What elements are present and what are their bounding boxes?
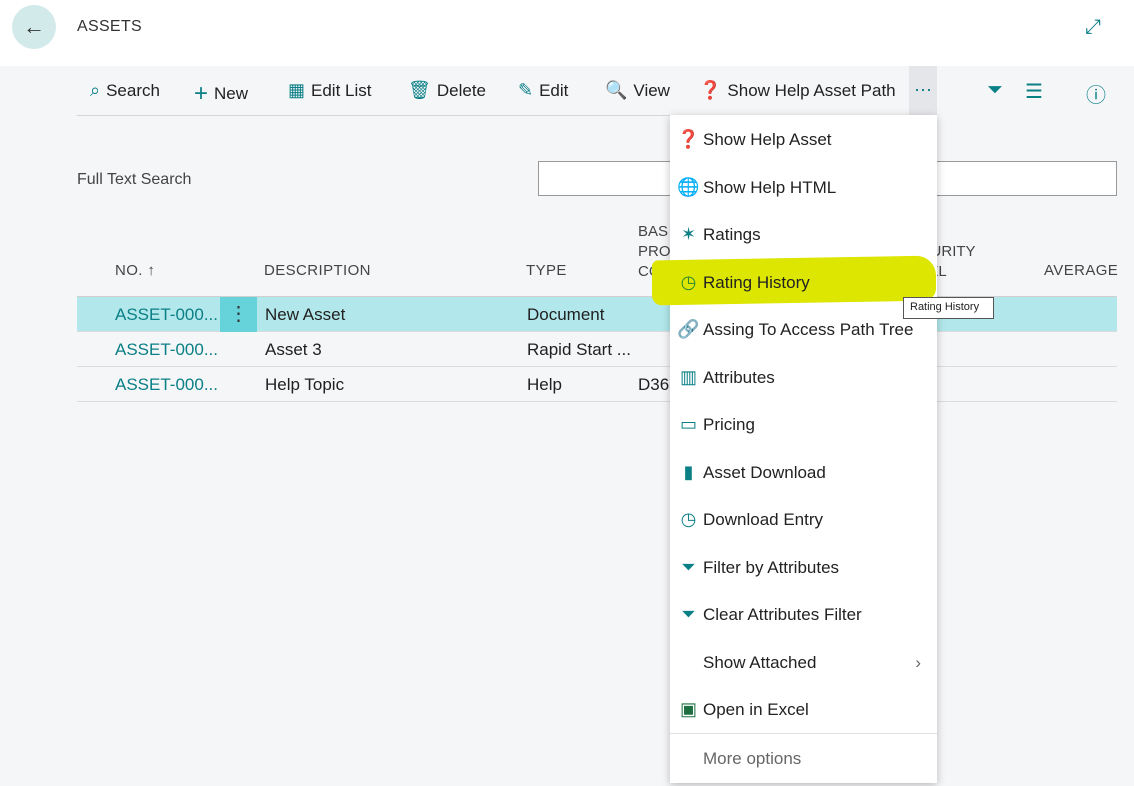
label: Ratings <box>703 224 761 244</box>
edit-list-icon: ▦ <box>288 80 306 100</box>
header-bar <box>0 0 1134 66</box>
view-button[interactable]: 🔍 View <box>605 80 670 101</box>
column-header-no[interactable]: NO. ↑ <box>115 262 155 279</box>
help-icon: ❓ <box>699 80 722 100</box>
arrow-left-icon: ← <box>23 14 45 39</box>
cell-type: Rapid Start ... <box>527 340 631 359</box>
table-row[interactable]: ASSET-000... Help Topic Help D365 <box>77 367 1117 402</box>
header-line: PRO <box>638 243 671 260</box>
info-icon[interactable]: ⓘ <box>1086 79 1106 108</box>
search-button[interactable]: ⌕ Search <box>90 80 160 101</box>
edit-button[interactable]: ✎ Edit <box>518 80 568 101</box>
cell-type: Help <box>527 375 562 394</box>
label: Show Help Asset <box>703 129 832 149</box>
cell-no[interactable]: ASSET-000... <box>115 340 218 360</box>
label: New <box>214 84 249 103</box>
list-view-icon[interactable]: ☰ <box>1025 79 1043 104</box>
cell-type: Document <box>527 305 605 324</box>
label: Show Help Asset Path <box>727 80 896 100</box>
tooltip: Rating History <box>903 297 994 319</box>
cell-no[interactable]: ASSET-000... <box>115 375 218 395</box>
highlight-marker <box>652 255 936 306</box>
row-menu-button[interactable]: ⋮ <box>220 297 257 332</box>
view-icon: 🔍 <box>605 80 628 100</box>
column-header-description[interactable]: DESCRIPTION <box>264 262 371 279</box>
edit-list-button[interactable]: ▦ Edit List <box>288 80 372 101</box>
menu-item-show-help-asset[interactable]: ❓ Show Help Asset <box>670 116 937 163</box>
label: Edit <box>539 80 569 100</box>
label: Search <box>106 80 160 100</box>
cell-description: New Asset <box>265 305 346 324</box>
page-title: ASSETS <box>77 18 142 35</box>
globe-icon: 🌐 <box>677 177 700 197</box>
plus-icon: + <box>194 80 209 107</box>
filter-icon[interactable]: ⏷ <box>987 79 1003 102</box>
cell-description: Help Topic <box>265 375 345 394</box>
column-header-average[interactable]: AVERAGE <box>1044 262 1118 279</box>
label: Edit List <box>311 80 372 100</box>
show-help-asset-path-button[interactable]: ❓ Show Help Asset Path <box>699 80 896 101</box>
pencil-icon: ✎ <box>518 80 534 100</box>
back-button[interactable]: ← <box>12 5 56 49</box>
cell-no[interactable]: ASSET-000... <box>115 305 218 325</box>
more-actions-menu: ❓ Show Help Asset 🌐 Show Help HTML ✶ Rating… <box>670 115 937 783</box>
label: Show Help HTML <box>703 177 837 197</box>
label: Delete <box>436 80 486 100</box>
menu-item-ratings[interactable]: ✶ Ratings <box>670 211 937 258</box>
delete-button[interactable]: 🗑 Delete <box>408 80 486 101</box>
header-line: BAS <box>638 223 669 240</box>
label: View <box>633 80 670 100</box>
more-actions-button[interactable]: ⋯ <box>909 66 937 115</box>
search-icon: ⌕ <box>90 80 101 100</box>
expand-icon[interactable]: ⤢ <box>1085 16 1101 39</box>
trash-icon: 🗑 <box>408 80 431 100</box>
menu-item-show-help-html[interactable]: 🌐 Show Help HTML <box>670 164 937 211</box>
column-header-type[interactable]: TYPE <box>526 262 567 279</box>
full-text-search-label: Full Text Search <box>77 171 192 188</box>
stars-icon: ✶ <box>680 224 697 244</box>
help-icon: ❓ <box>677 129 700 149</box>
cell-description: Asset 3 <box>265 340 322 359</box>
new-button[interactable]: + New <box>194 80 248 108</box>
table-row[interactable]: ASSET-000... Asset 3 Rapid Start ... <box>77 332 1117 367</box>
